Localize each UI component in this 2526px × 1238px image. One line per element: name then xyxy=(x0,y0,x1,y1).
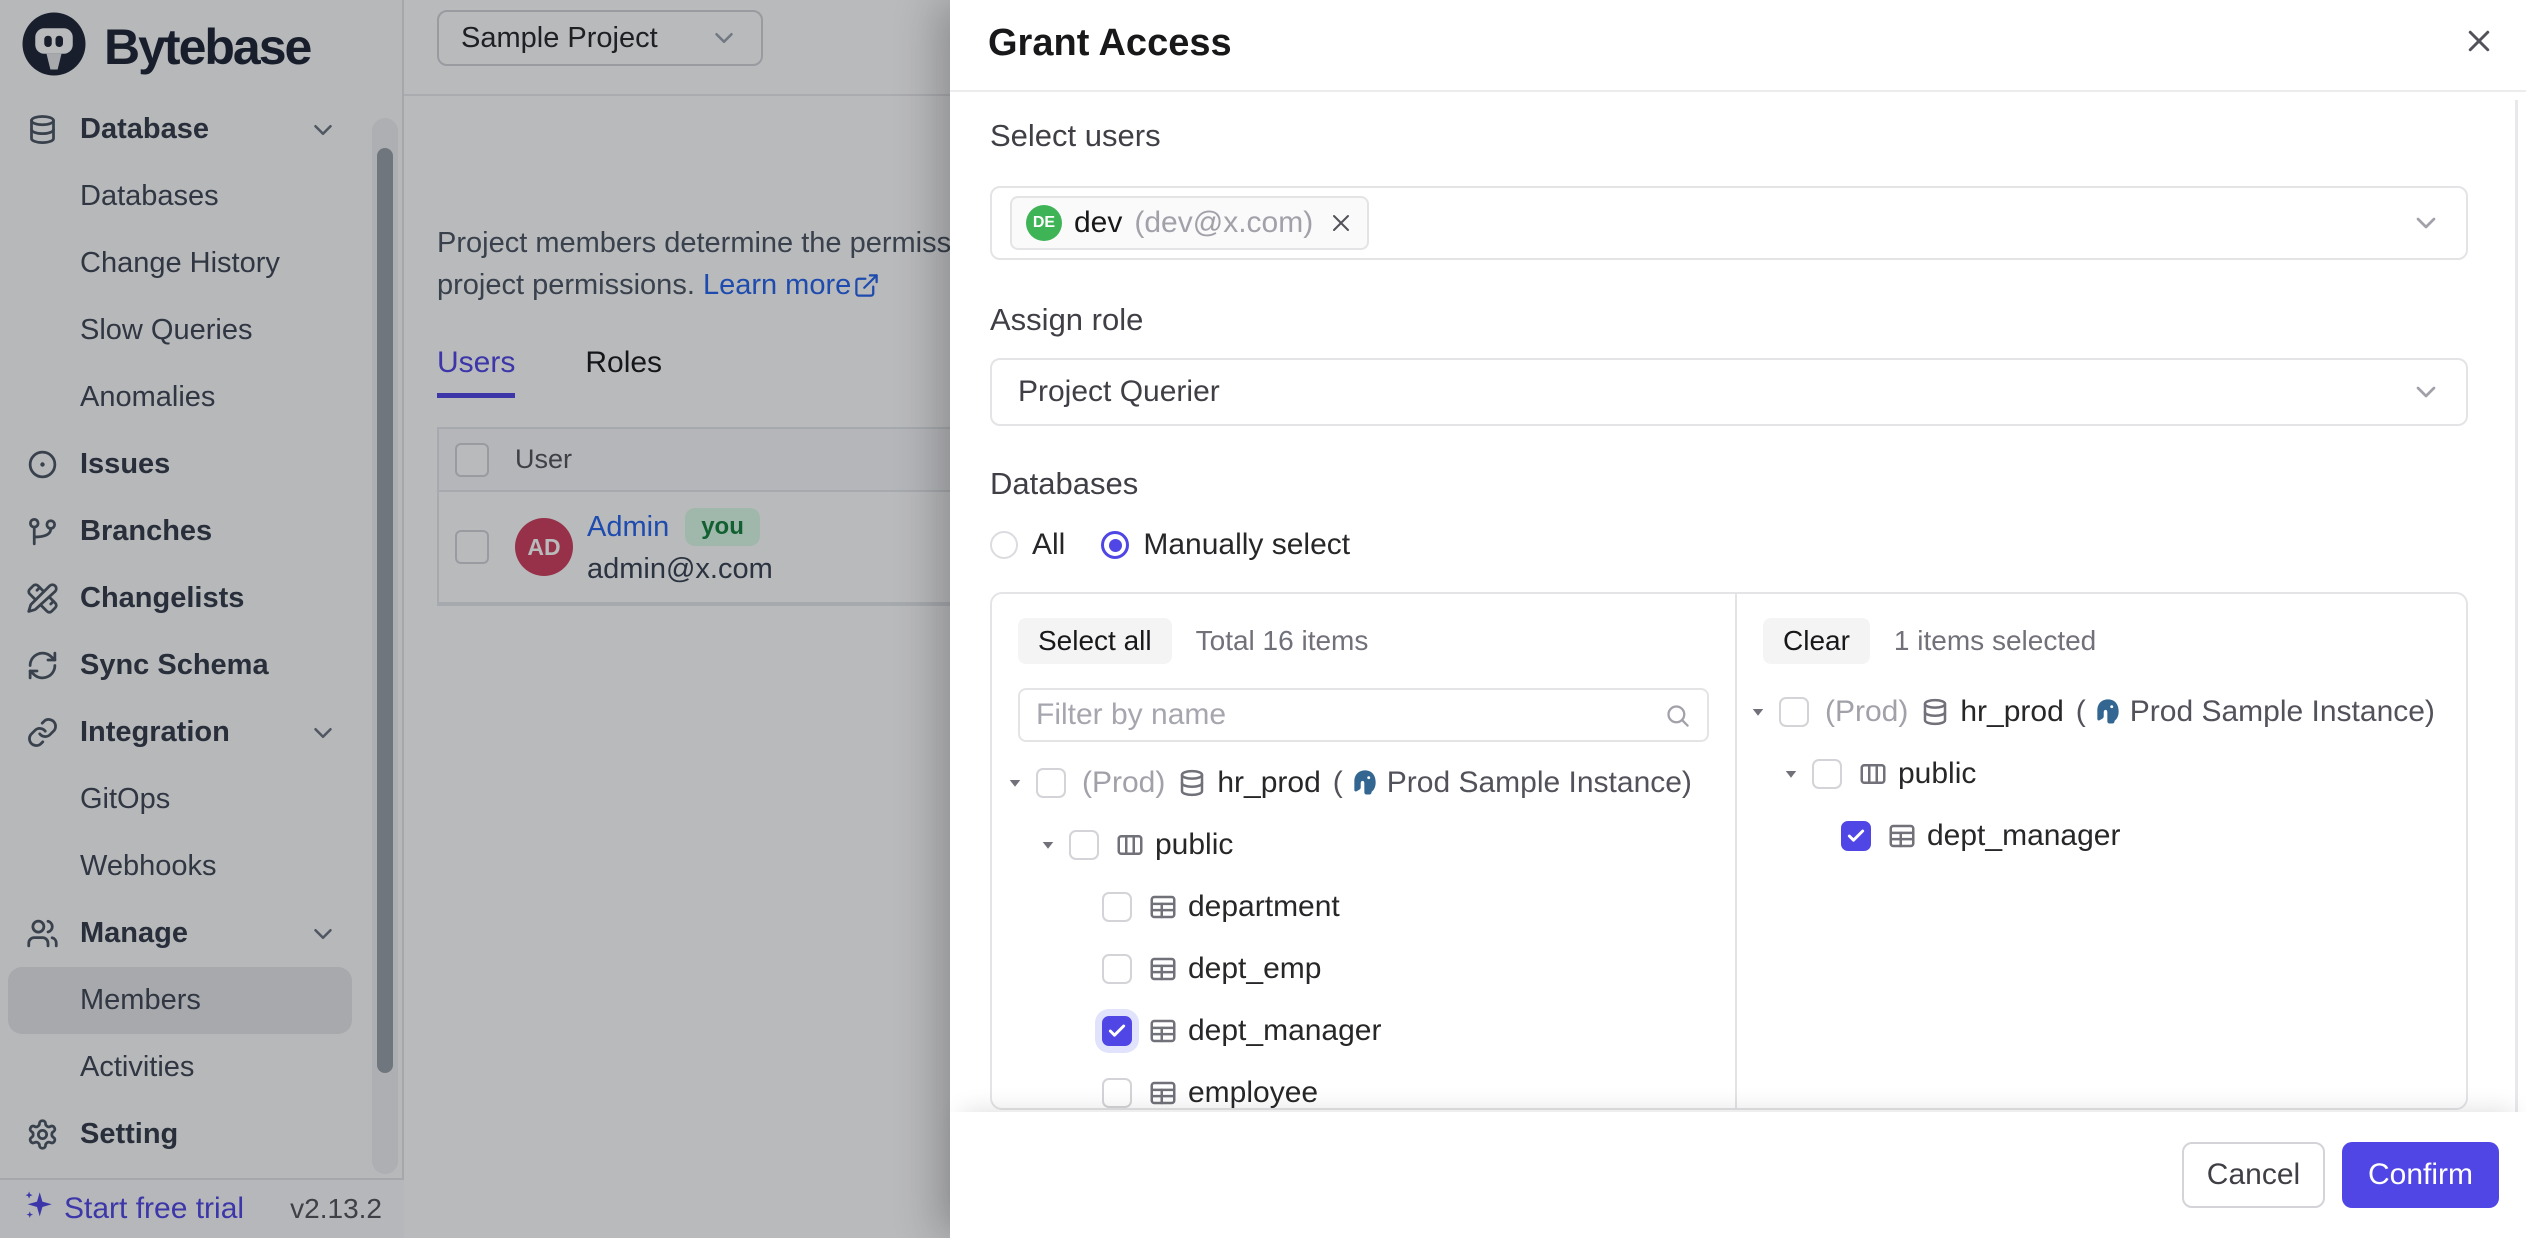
modal-scrollbar-track[interactable] xyxy=(2515,100,2518,1238)
schema-icon xyxy=(1115,830,1145,860)
remove-user-icon[interactable] xyxy=(1329,211,1353,235)
database-tree: (Prod) hr_prod ( Prod Sample Instance) p… xyxy=(992,752,1735,1110)
chevron-down-icon xyxy=(2410,207,2442,239)
close-icon[interactable] xyxy=(2464,26,2494,56)
tree-node-schema[interactable]: public xyxy=(1737,743,2468,805)
tree-checkbox[interactable] xyxy=(1779,697,1809,727)
total-items-label: Total 16 items xyxy=(1196,625,1369,657)
search-icon xyxy=(1664,702,1691,729)
filter-input[interactable] xyxy=(1036,698,1664,732)
tree-node-schema[interactable]: public xyxy=(992,814,1735,876)
tree-checkbox[interactable] xyxy=(1036,768,1066,798)
tree-node-table[interactable]: employee xyxy=(992,1062,1735,1110)
role-value: Project Querier xyxy=(1010,375,1220,409)
tree-checkbox[interactable] xyxy=(1069,830,1099,860)
tree-node-table-selected[interactable]: dept_manager xyxy=(992,1000,1735,1062)
caret-down-icon[interactable] xyxy=(1749,703,1767,721)
tree-node-table[interactable]: department xyxy=(992,876,1735,938)
table-icon xyxy=(1148,892,1178,922)
filter-input-wrap xyxy=(1018,688,1709,742)
caret-down-icon[interactable] xyxy=(1006,774,1024,792)
available-databases-pane: Select all Total 16 items (Prod) hr_prod… xyxy=(992,594,1735,1108)
radio-circle-selected xyxy=(1101,531,1129,559)
table-icon xyxy=(1148,954,1178,984)
tree-checkbox[interactable] xyxy=(1102,954,1132,984)
tree-checkbox[interactable] xyxy=(1812,759,1842,789)
tree-checkbox-checked[interactable] xyxy=(1841,821,1871,851)
postgresql-icon xyxy=(1349,767,1381,799)
selected-tree: (Prod) hr_prod ( Prod Sample Instance) p… xyxy=(1737,681,2468,867)
schema-icon xyxy=(1858,759,1888,789)
modal-title: Grant Access xyxy=(988,22,1232,65)
tree-checkbox[interactable] xyxy=(1102,892,1132,922)
table-icon xyxy=(1148,1016,1178,1046)
caret-down-icon[interactable] xyxy=(1039,836,1057,854)
postgresql-icon xyxy=(2092,696,2124,728)
avatar: DE xyxy=(1026,205,1062,241)
databases-label: Databases xyxy=(990,466,1138,502)
radio-circle xyxy=(990,531,1018,559)
chip-user-email: (dev@x.com) xyxy=(1134,206,1313,240)
role-select[interactable]: Project Querier xyxy=(990,358,2468,426)
radio-all[interactable]: All xyxy=(990,528,1065,562)
table-icon xyxy=(1887,821,1917,851)
select-all-button[interactable]: Select all xyxy=(1018,618,1172,664)
modal-header-divider xyxy=(950,90,2526,92)
database-scope-radios: All Manually select xyxy=(990,528,1350,562)
database-icon xyxy=(1920,697,1950,727)
radio-manually-select[interactable]: Manually select xyxy=(1101,528,1350,562)
confirm-button[interactable]: Confirm xyxy=(2342,1142,2499,1208)
chip-user-name: dev xyxy=(1074,206,1122,240)
selected-count-label: 1 items selected xyxy=(1894,625,2096,657)
tree-node-table-selected[interactable]: dept_manager xyxy=(1737,805,2468,867)
chevron-down-icon xyxy=(2410,376,2442,408)
table-icon xyxy=(1148,1078,1178,1108)
clear-button[interactable]: Clear xyxy=(1763,618,1870,664)
tree-node-database[interactable]: (Prod) hr_prod ( Prod Sample Instance) xyxy=(1737,681,2468,743)
modal-footer: Cancel Confirm xyxy=(950,1112,2526,1238)
selected-databases-pane: Clear 1 items selected (Prod) hr_prod ( … xyxy=(1737,594,2468,1108)
grant-access-modal: Grant Access Select users DE dev (dev@x.… xyxy=(950,0,2526,1238)
database-transfer-panel: Select all Total 16 items (Prod) hr_prod… xyxy=(990,592,2468,1110)
user-chip: DE dev (dev@x.com) xyxy=(1010,196,1369,250)
caret-down-icon[interactable] xyxy=(1782,765,1800,783)
cancel-button[interactable]: Cancel xyxy=(2182,1142,2325,1208)
tree-node-database[interactable]: (Prod) hr_prod ( Prod Sample Instance) xyxy=(992,752,1735,814)
tree-checkbox-checked[interactable] xyxy=(1102,1016,1132,1046)
database-icon xyxy=(1177,768,1207,798)
select-users-input[interactable]: DE dev (dev@x.com) xyxy=(990,186,2468,260)
tree-node-table[interactable]: dept_emp xyxy=(992,938,1735,1000)
tree-checkbox[interactable] xyxy=(1102,1078,1132,1108)
select-users-label: Select users xyxy=(990,118,1161,154)
assign-role-label: Assign role xyxy=(990,302,1143,338)
